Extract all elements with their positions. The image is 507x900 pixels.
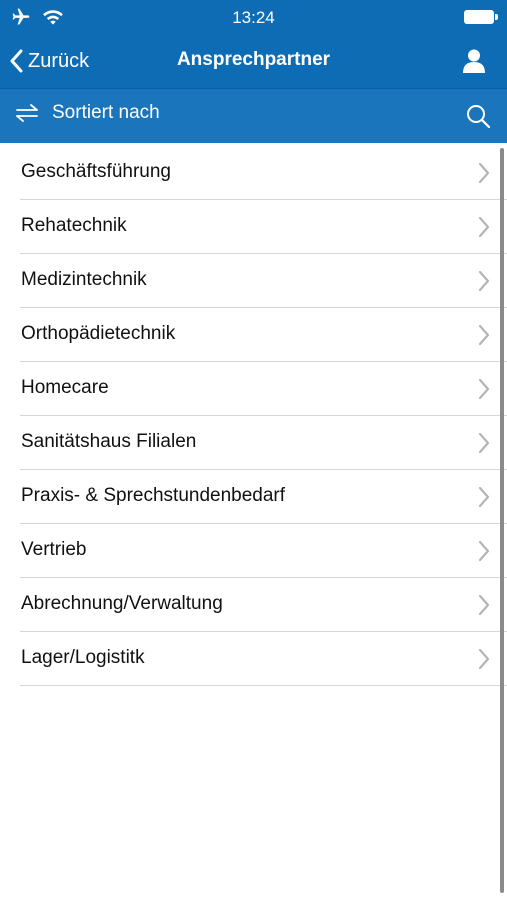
chevron-right-icon xyxy=(478,486,490,508)
contact-category-list: Geschäftsführung Rehatechnik Medizintech… xyxy=(0,146,507,686)
sort-label: Sortiert nach xyxy=(52,102,160,123)
sort-arrows-icon xyxy=(16,104,38,122)
chevron-right-icon xyxy=(478,432,490,454)
search-icon[interactable] xyxy=(465,103,491,129)
scrollbar[interactable] xyxy=(500,148,504,893)
list-item-praxis-sprechstundenbedarf[interactable]: Praxis- & Sprechstundenbedarf xyxy=(20,470,507,524)
list-item-homecare[interactable]: Homecare xyxy=(20,362,507,416)
chevron-left-icon xyxy=(10,49,23,73)
chevron-right-icon xyxy=(478,162,490,184)
list-item-label: Geschäftsführung xyxy=(21,161,171,182)
chevron-right-icon xyxy=(478,648,490,670)
chevron-right-icon xyxy=(478,378,490,400)
list-item-label: Sanitätshaus Filialen xyxy=(21,431,197,452)
chevron-right-icon xyxy=(478,324,490,346)
list-item-label: Rehatechnik xyxy=(21,215,127,236)
list-item-label: Abrechnung/Verwaltung xyxy=(21,593,223,614)
list-item-label: Vertrieb xyxy=(21,539,87,560)
sort-button[interactable]: Sortiert nach xyxy=(14,102,160,124)
list-item-vertrieb[interactable]: Vertrieb xyxy=(20,524,507,578)
list-item-medizintechnik[interactable]: Medizintechnik xyxy=(20,254,507,308)
sort-bar: Sortiert nach xyxy=(0,88,507,143)
list-item-geschaeftsfuehrung[interactable]: Geschäftsführung xyxy=(20,146,507,200)
list-item-rehatechnik[interactable]: Rehatechnik xyxy=(20,200,507,254)
list-item-abrechnung-verwaltung[interactable]: Abrechnung/Verwaltung xyxy=(20,578,507,632)
list-item-lager-logistik[interactable]: Lager/Logistitk xyxy=(20,632,507,686)
list-item-label: Homecare xyxy=(21,377,109,398)
list-item-sanitaetshaus-filialen[interactable]: Sanitätshaus Filialen xyxy=(20,416,507,470)
chevron-right-icon xyxy=(478,216,490,238)
status-bar: 13:24 xyxy=(0,0,507,34)
chevron-right-icon xyxy=(478,540,490,562)
status-time: 13:24 xyxy=(232,8,275,27)
list-item-label: Lager/Logistitk xyxy=(21,647,145,668)
list-item-label: Praxis- & Sprechstundenbedarf xyxy=(21,485,286,506)
chevron-right-icon xyxy=(478,594,490,616)
navigation-bar: Zurück Ansprechpartner xyxy=(0,34,507,88)
back-button[interactable]: Zurück xyxy=(10,47,89,75)
list-item-label: Medizintechnik xyxy=(21,269,147,290)
chevron-right-icon xyxy=(478,270,490,292)
battery-icon xyxy=(464,10,498,24)
back-button-label: Zurück xyxy=(28,49,90,72)
list-item-label: Orthopädietechnik xyxy=(21,323,176,344)
list-item-orthopaedietechnik[interactable]: Orthopädietechnik xyxy=(20,308,507,362)
profile-icon[interactable] xyxy=(461,48,487,74)
